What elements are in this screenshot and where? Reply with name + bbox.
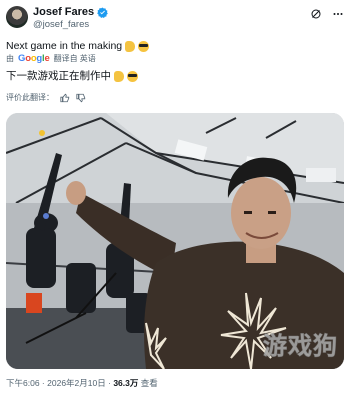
- handle[interactable]: @josef_fares: [33, 19, 89, 30]
- separator: ·: [108, 378, 111, 388]
- post-time[interactable]: 下午6:06: [6, 378, 40, 388]
- separator: ·: [41, 378, 45, 388]
- translated-text: 下一款游戏正在制作中: [6, 70, 138, 83]
- rate-translation-label: 评价此翻译：: [6, 93, 54, 102]
- google-logo: Google: [18, 53, 50, 64]
- translated-text-content: 下一款游戏正在制作中: [6, 70, 111, 82]
- post-footer: 下午6:06 · 2026年2月10日 · 36.3万 查看: [6, 378, 158, 388]
- post-text: Next game in the making: [6, 40, 150, 53]
- translated-from-label[interactable]: 翻译自 英语: [54, 54, 96, 64]
- sunglasses-face-icon: [127, 71, 138, 82]
- thumbs-up-outline-icon[interactable]: [60, 93, 70, 103]
- views-count: 36.3万: [113, 378, 139, 388]
- post-text-content: Next game in the making: [6, 40, 123, 52]
- sunglasses-face-icon: [138, 41, 150, 52]
- rate-translation: 评价此翻译：: [6, 93, 86, 103]
- translation-attribution: 由 Google 翻译自 英语: [6, 54, 96, 64]
- post-date[interactable]: 2026年2月10日: [47, 378, 106, 388]
- verified-badge-icon: [97, 7, 108, 18]
- avatar[interactable]: [6, 6, 28, 28]
- more-icon[interactable]: [332, 8, 344, 20]
- thumbs-down-outline-icon[interactable]: [76, 93, 86, 103]
- watermark: 游戏狗: [263, 332, 338, 361]
- display-name[interactable]: Josef Fares: [33, 6, 94, 19]
- views-label: 查看: [140, 378, 158, 388]
- translated-by-label: 由: [6, 54, 14, 63]
- thumbs-up-icon: [114, 71, 124, 82]
- post-photo[interactable]: 游戏狗: [6, 113, 344, 369]
- header-actions: [310, 8, 344, 20]
- post-header: Josef Fares @josef_fares: [6, 6, 344, 32]
- thumbs-up-icon: [125, 41, 136, 52]
- grok-icon[interactable]: [310, 8, 322, 20]
- name-row: Josef Fares: [33, 6, 108, 19]
